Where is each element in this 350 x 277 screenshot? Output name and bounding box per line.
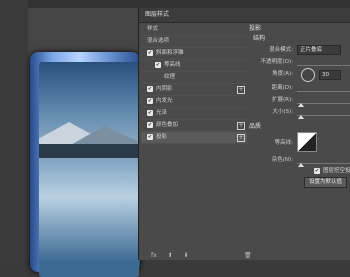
left-toolbar-area [0,0,28,260]
structure-title: 结构 [253,35,266,42]
photo-water [39,158,139,277]
checkbox-icon[interactable]: ✔ [147,49,153,56]
contour-row: 等高线: [249,132,350,154]
spread-row: 扩展(R): [249,94,350,107]
checkbox-icon[interactable]: ✔ [147,97,153,104]
opacity-slider[interactable] [297,65,350,66]
checkbox-icon[interactable]: ✔ [314,167,320,174]
photo-far-shore [39,144,139,158]
style-item-texture[interactable]: 纹理 [141,72,247,84]
style-item-satin[interactable]: ✔ 光泽 [141,108,247,120]
angle-label: 角度(A): [272,71,293,77]
framed-photo [30,52,140,277]
opacity-row: 不透明度(O): [249,56,350,68]
section-title: 投影 [249,25,262,32]
fx-icon[interactable]: fx [151,252,157,259]
style-item-blending-options[interactable]: 混合选项 [141,36,247,48]
dialog-title: 图层样式 [139,8,350,23]
add-icon[interactable]: + [237,122,245,130]
spread-label: 扩展(R): [272,97,293,103]
size-slider-knob[interactable] [298,115,304,119]
add-icon[interactable]: + [237,134,245,142]
style-item-styles[interactable]: 样式 [141,24,247,36]
size-row: 大小(S): [249,106,350,119]
style-item-bevel-emboss[interactable]: ✔ 斜面和浮雕 [141,48,247,60]
checkbox-icon[interactable]: ✔ [155,61,161,68]
angle-input[interactable]: 30 [319,70,341,80]
style-item-inner-glow[interactable]: ✔ 内发光 [141,96,247,108]
quality-title: 品质 [249,123,262,130]
size-slider[interactable] [297,115,350,116]
photo-mountain-2 [69,126,139,146]
checkbox-icon[interactable]: ✔ [147,109,153,116]
checkbox-icon[interactable]: ✔ [147,121,153,128]
lake-photo [39,62,139,277]
style-item-contour[interactable]: ✔ 等高线 [141,60,247,72]
knockout-row: ✔图层挖空投影 [249,166,350,185]
up-icon[interactable]: ⬆ [168,252,173,259]
distance-row: 距离(D): [249,82,350,94]
contour-label: 等高线: [274,140,293,146]
noise-row: 杂色(N): [249,154,350,167]
angle-row: 角度(A): 30 [249,68,350,82]
distance-label: 距离(D): [271,85,293,91]
down-icon[interactable]: ⬇ [184,252,189,259]
opacity-label: 不透明度(O): [260,59,293,65]
spread-slider[interactable] [297,103,350,104]
style-item-drop-shadow[interactable]: ✔ 投影 + [141,132,247,144]
size-label: 大小(S): [272,109,293,115]
contour-picker[interactable] [297,132,317,152]
list-bottom-icons: fx ⬆ ⬇ [151,252,251,262]
distance-slider[interactable] [297,91,350,92]
button-row: 设置为默认值 [249,177,350,189]
angle-dial[interactable] [301,68,315,82]
drop-shadow-panel: 投影 结构 混合模式: 正片叠底 不透明度(O): 角度(A): 30 距离(D… [249,24,350,256]
document-top-bar [0,0,350,8]
checkbox-icon[interactable]: ✔ [147,85,153,92]
make-default-button[interactable]: 设置为默认值 [304,177,348,188]
blend-mode-label: 混合模式: [269,47,293,53]
add-icon[interactable]: + [237,86,245,94]
checkbox-icon[interactable] [155,73,161,80]
layer-style-dialog: 图层样式 样式 混合选项 ✔ 斜面和浮雕 ✔ 等高线 纹理 ✔ 内阴影 + ✔ 内发光 ✔… [138,8,350,260]
style-item-color-overlay[interactable]: ✔ 颜色叠加 + [141,120,247,132]
styles-list: 样式 混合选项 ✔ 斜面和浮雕 ✔ 等高线 纹理 ✔ 内阴影 + ✔ 内发光 ✔ 光泽 ✔ 颜… [141,24,252,259]
noise-label: 杂色(N): [271,157,293,163]
blend-mode-select[interactable]: 正片叠底 [297,44,341,55]
checkbox-icon[interactable]: ✔ [147,133,153,140]
style-item-inner-shadow[interactable]: ✔ 内阴影 + [141,84,247,96]
blend-mode-row: 混合模式: 正片叠底 [249,44,350,56]
noise-slider[interactable] [297,163,350,164]
